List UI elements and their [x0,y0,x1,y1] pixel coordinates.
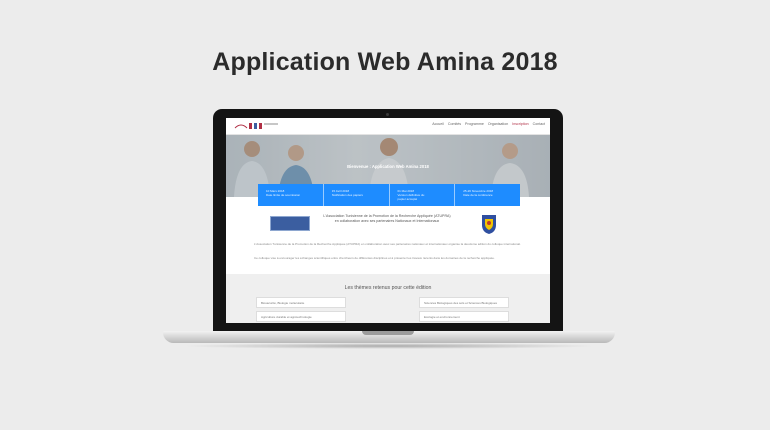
partner-logo [270,216,310,231]
nav-link-comites[interactable]: Comités [448,122,461,126]
laptop-screen: Accueil Comités Programme Organisation I… [226,118,550,323]
key-dates-bar: 10 Mars 2018 Date limite de soumission 1… [258,184,520,206]
nav-link-accueil[interactable]: Accueil [432,122,444,126]
body-paragraph: L'Association Tunisienne de la Promotion… [254,242,521,246]
page-title: Application Web Amina 2018 [212,48,558,76]
hero-heading: Bienvenue : Application Web Amina 2018 [347,164,429,169]
theme-card[interactable]: Biosécurité, Biologie moléculaire [256,297,346,308]
nav-link-programme[interactable]: Programme [465,122,484,126]
key-date-item: 01 Mai 2018 Version définitive du papier… [390,184,456,206]
key-date-label: Notification des papiers [331,193,363,197]
theme-card[interactable]: Sciences Biologiques des sols et Science… [419,297,509,308]
site-navbar: Accueil Comités Programme Organisation I… [226,118,550,135]
laptop-camera [386,113,389,116]
laptop-notch [362,331,414,335]
emblem-logo [482,215,496,234]
nav-link-organisation[interactable]: Organisation [488,122,508,126]
key-date-item: 15 Avril 2018 Notification des papiers [324,184,390,206]
nav-link-contact[interactable]: Contact [533,122,545,126]
laptop-shadow [180,343,598,349]
key-date-item: 10 Mars 2018 Date limite de soumission [258,184,324,206]
key-date-label: Date limite de soumission [266,193,301,197]
nav-link-inscription[interactable]: Inscription [512,122,528,126]
intro-text: L'Association Tunisienne de la Promotion… [323,214,451,223]
body-paragraph: Ce colloque vise à encourager les échang… [254,256,495,260]
key-date-label: papier accepté [397,197,418,201]
site-logo [234,123,278,129]
themes-section: Les thèmes retenus pour cette édition Bi… [226,274,550,323]
theme-card[interactable]: Agriculture durable et agrotechnologie [256,311,346,322]
key-date-item: 25-26 Novembre 2018 Date de la conférenc… [455,184,520,206]
themes-title: Les thèmes retenus pour cette édition [344,285,432,291]
theme-card[interactable]: Ecologie et environnement [419,311,509,322]
key-date-label: Date de la conférence [463,193,493,197]
